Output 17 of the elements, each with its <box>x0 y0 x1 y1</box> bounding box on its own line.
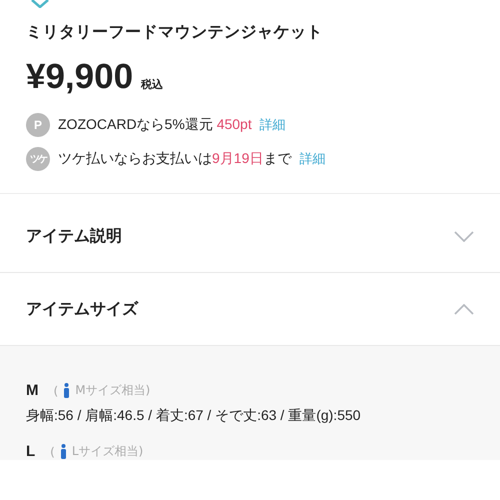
payment-icon: ツケ <box>26 147 50 171</box>
offer-text: ZOZOCARDなら5%還元 450pt <box>58 116 252 134</box>
tax-note: 税込 <box>141 77 164 92</box>
offer-text: ツケ払いならお支払いは9月19日 まで <box>58 150 292 168</box>
points-icon: P <box>26 113 50 137</box>
size-equivalent: Mサイズ相当) <box>75 382 150 399</box>
person-icon <box>60 444 67 459</box>
paren: ( <box>50 444 55 458</box>
size-label: M <box>26 382 38 399</box>
product-title: ミリタリーフードマウンテンジャケット <box>26 22 324 43</box>
paren: ( <box>54 384 58 398</box>
size-measurements: 身幅:56 / 肩幅:46.5 / 着丈:67 / そで丈:63 / 重量(g):550 <box>26 407 362 425</box>
price: ¥9,900 <box>26 57 134 97</box>
size-equivalent: Lサイズ相当) <box>72 443 144 460</box>
accordion-header[interactable]: アイテム説明 <box>0 200 500 273</box>
size-label: L <box>26 443 36 460</box>
person-icon <box>63 383 70 398</box>
